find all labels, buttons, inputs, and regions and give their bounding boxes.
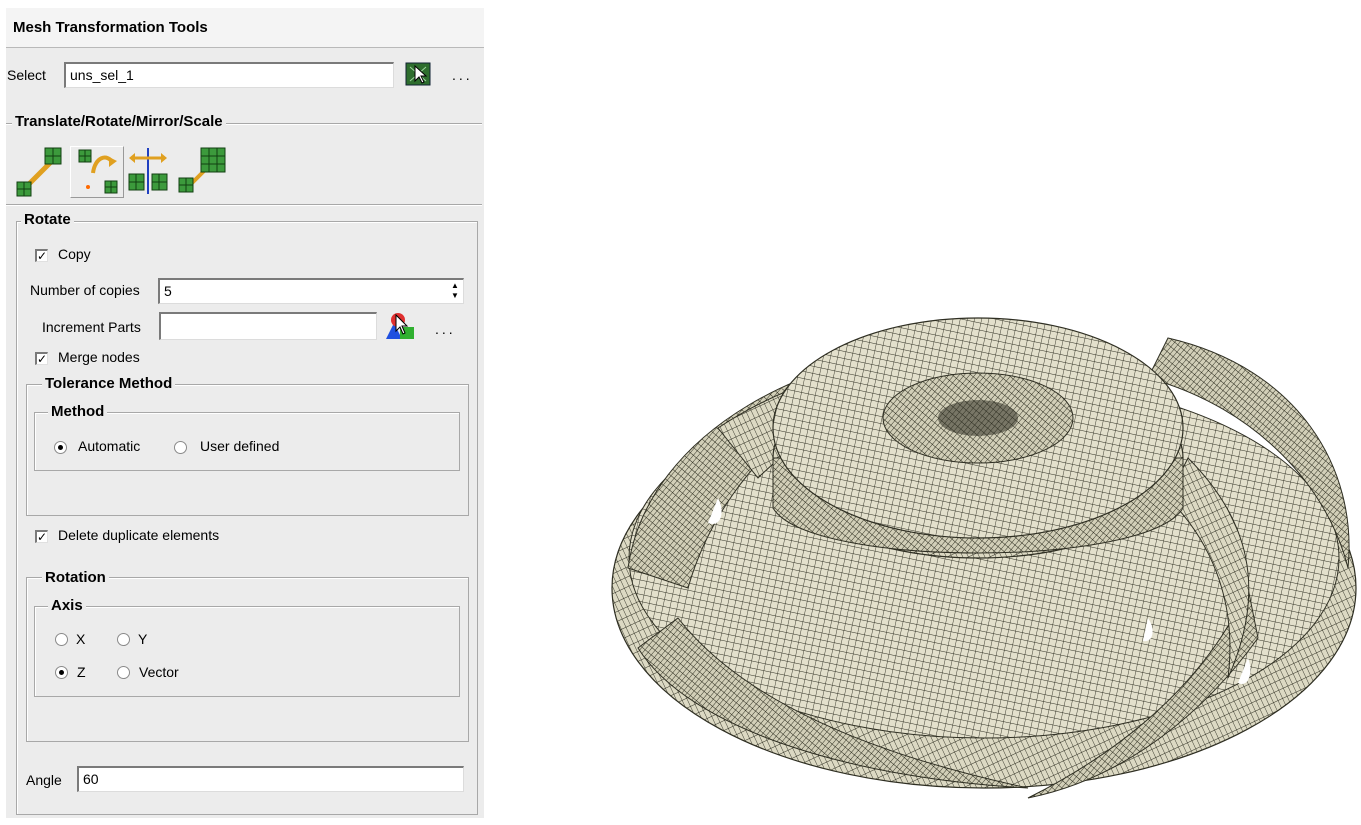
panel-title: Mesh Transformation Tools	[6, 8, 484, 48]
method-userdefined-radio[interactable]	[174, 441, 187, 454]
rotate-group-label: Rotate	[21, 211, 74, 228]
delete-duplicates-label: Delete duplicate elements	[58, 527, 220, 543]
select-cursor-icon[interactable]	[404, 61, 434, 89]
axis-group-label: Axis	[48, 597, 86, 614]
delete-duplicates-checkbox[interactable]: ✓	[35, 530, 48, 543]
method-automatic-label: Automatic	[78, 438, 141, 454]
increment-parts-label: Increment Parts	[42, 319, 141, 335]
axis-z-radio[interactable]	[55, 666, 68, 679]
mesh-transformation-panel: Mesh Transformation Tools Select uns_sel…	[6, 8, 484, 818]
merge-nodes-label: Merge nodes	[58, 349, 140, 365]
merge-nodes-checkbox[interactable]: ✓	[35, 352, 48, 365]
impeller-mesh-image	[611, 317, 1357, 799]
axis-x-label: X	[76, 631, 86, 647]
axis-x-radio[interactable]	[55, 633, 68, 646]
increment-more-button[interactable]: ...	[435, 321, 456, 337]
angle-input[interactable]: 60	[77, 766, 464, 792]
axis-vector-label: Vector	[139, 664, 179, 680]
mirror-icon[interactable]	[125, 146, 171, 196]
translate-icon[interactable]	[15, 146, 62, 197]
copy-checkbox[interactable]: ✓	[35, 249, 48, 262]
increment-parts-input[interactable]	[159, 312, 377, 340]
tolerance-group-label: Tolerance Method	[42, 375, 176, 392]
rotate-icon[interactable]	[70, 146, 124, 198]
select-label: Select	[7, 67, 46, 83]
num-copies-stepper[interactable]: 5 ▲ ▼	[158, 278, 464, 304]
scale-icon[interactable]	[177, 144, 229, 194]
rotation-group-label: Rotation	[42, 569, 109, 586]
select-input[interactable]: uns_sel_1	[64, 62, 394, 88]
toolbar-divider	[6, 204, 482, 206]
part-select-icon[interactable]	[384, 311, 416, 341]
axis-z-label: Z	[77, 664, 86, 680]
method-userdefined-label: User defined	[200, 438, 280, 454]
spin-arrows-icon[interactable]: ▲ ▼	[448, 281, 462, 303]
angle-label: Angle	[26, 772, 62, 788]
method-group-label: Method	[48, 403, 108, 420]
num-copies-label: Number of copies	[30, 282, 140, 298]
num-copies-value: 5	[164, 283, 172, 299]
axis-group	[34, 606, 460, 697]
method-automatic-radio[interactable]	[54, 441, 67, 454]
copy-label: Copy	[58, 246, 91, 262]
select-more-button[interactable]: ...	[452, 67, 473, 83]
axis-vector-radio[interactable]	[117, 666, 130, 679]
section-title: Translate/Rotate/Mirror/Scale	[12, 113, 226, 130]
axis-y-radio[interactable]	[117, 633, 130, 646]
axis-y-label: Y	[138, 631, 148, 647]
